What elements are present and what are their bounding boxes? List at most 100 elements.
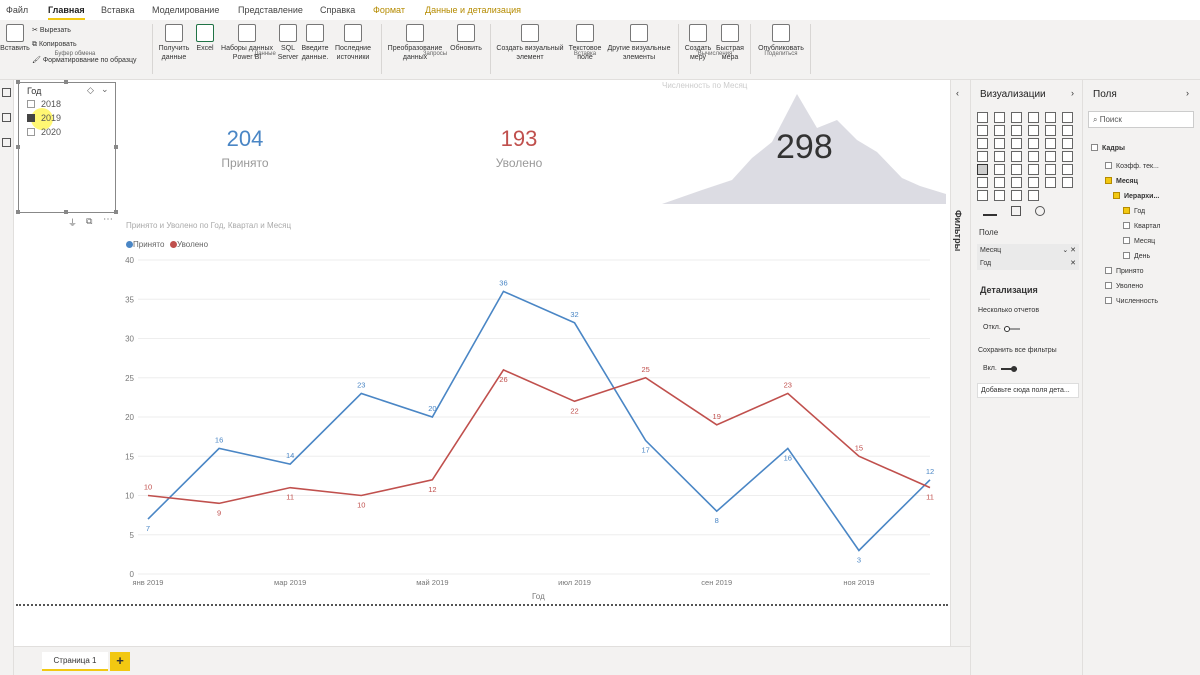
visual-type-icon[interactable] [977, 151, 988, 162]
field-item[interactable]: Принято [1105, 267, 1144, 275]
tab-insert[interactable]: Вставка [101, 5, 134, 15]
recent-sources-button[interactable]: Последние источники [331, 24, 375, 62]
more-visuals-button[interactable]: Другие визуальные элементы [604, 24, 674, 62]
keep-filters-toggle[interactable] [1001, 366, 1017, 372]
publish-button[interactable]: Опубликовать [754, 24, 808, 53]
visual-type-icon[interactable] [1062, 112, 1073, 123]
visual-type-icon[interactable] [1028, 151, 1039, 162]
checkbox[interactable] [1105, 177, 1112, 184]
filter-icon[interactable]: ⏚ [68, 216, 77, 229]
more-options-icon[interactable]: ⋯ [103, 214, 113, 225]
visual-type-icon[interactable] [994, 125, 1005, 136]
visual-type-icon[interactable] [994, 151, 1005, 162]
format-painter-button[interactable]: 🖌 Форматирование по образцу [32, 56, 137, 64]
field-item[interactable]: Иерархи... [1113, 192, 1159, 200]
model-view-icon[interactable] [2, 138, 11, 147]
visual-type-icon[interactable] [1011, 190, 1022, 201]
slicer-item-2018[interactable]: 2018 [27, 99, 61, 111]
visual-type-icon[interactable] [994, 164, 1005, 175]
checkbox[interactable] [1105, 297, 1112, 304]
field-item[interactable]: День [1123, 252, 1150, 260]
resize-handle[interactable] [114, 145, 118, 149]
resize-handle[interactable] [16, 145, 20, 149]
chevron-right-icon[interactable]: › [1186, 88, 1189, 98]
field-item[interactable]: Месяц [1105, 177, 1138, 185]
tab-home[interactable]: Главная [48, 5, 85, 20]
refresh-button[interactable]: Обновить [447, 24, 485, 53]
field-item[interactable]: Уволено [1105, 282, 1143, 290]
tab-format[interactable]: Формат [373, 5, 405, 15]
field-item[interactable]: Квартал [1123, 222, 1160, 230]
headcount-area-card[interactable]: Численность по Месяц 298 [662, 80, 946, 204]
checkbox[interactable] [27, 114, 35, 122]
resize-handle[interactable] [114, 210, 118, 214]
visual-type-icon[interactable] [1028, 112, 1039, 123]
visual-type-icon[interactable] [1045, 151, 1056, 162]
visual-type-icon[interactable] [1011, 177, 1022, 188]
checkbox[interactable] [1123, 237, 1130, 244]
visual-type-icon[interactable] [994, 190, 1005, 201]
field-item[interactable]: Месяц [1123, 237, 1155, 245]
field-item[interactable]: Коэфф. тек... [1105, 162, 1159, 170]
checkbox[interactable] [1091, 144, 1098, 151]
visual-type-icon[interactable] [977, 164, 988, 175]
checkbox[interactable] [1105, 162, 1112, 169]
visual-type-icon[interactable] [1045, 112, 1056, 123]
page-tab[interactable]: Страница 1 [42, 652, 108, 671]
visual-type-icon[interactable] [1045, 125, 1056, 136]
analytics-icon[interactable] [1035, 206, 1045, 216]
visual-type-icon[interactable] [994, 177, 1005, 188]
field-item[interactable]: Год [1123, 207, 1145, 215]
visual-type-icon[interactable] [1028, 125, 1039, 136]
visual-type-icon[interactable] [977, 177, 988, 188]
visual-type-icon[interactable] [1028, 164, 1039, 175]
visual-type-icon[interactable] [1011, 138, 1022, 149]
field-item[interactable]: Численность [1105, 297, 1158, 305]
chevron-left-icon[interactable]: ‹ [956, 88, 959, 98]
cut-button[interactable]: ✂ Вырезать [32, 26, 71, 34]
enter-data-button[interactable]: Введите данные. [300, 24, 330, 62]
visual-type-icon[interactable] [1011, 125, 1022, 136]
cross-report-toggle[interactable] [1004, 326, 1020, 332]
visual-type-icon[interactable] [994, 138, 1005, 149]
visual-type-icon[interactable] [1062, 177, 1073, 188]
visual-type-icon[interactable] [1028, 138, 1039, 149]
visual-type-icon[interactable] [1028, 190, 1039, 201]
visual-type-icon[interactable] [977, 138, 988, 149]
copy-button[interactable]: ⧉ Копировать [32, 41, 77, 49]
visual-type-icon[interactable] [1028, 177, 1039, 188]
checkbox[interactable] [1123, 252, 1130, 259]
filters-pane[interactable]: ‹ Фильтры [950, 80, 970, 646]
checkbox[interactable] [1123, 222, 1130, 229]
report-view-icon[interactable] [2, 88, 11, 97]
tab-view[interactable]: Представление [238, 5, 303, 15]
checkbox[interactable] [1113, 192, 1120, 199]
format-paint-icon[interactable] [1011, 206, 1021, 216]
paste-button[interactable]: Вставить [0, 24, 30, 53]
chevron-down-icon[interactable]: ⌄ [101, 84, 109, 95]
visual-type-icon[interactable] [977, 190, 988, 201]
drillthrough-drop-zone[interactable]: Добавьте сюда поля дета... [977, 383, 1079, 398]
visual-type-icon[interactable] [1045, 138, 1056, 149]
visual-type-icon[interactable] [1011, 151, 1022, 162]
visual-type-icon[interactable] [1062, 151, 1073, 162]
new-visual-button[interactable]: Создать визуальный элемент [494, 24, 566, 62]
tab-modeling[interactable]: Моделирование [152, 5, 219, 15]
checkbox[interactable] [27, 128, 35, 136]
visual-type-icon[interactable] [994, 112, 1005, 123]
resize-handle[interactable] [16, 210, 20, 214]
visual-type-icon[interactable] [1062, 164, 1073, 175]
tab-help[interactable]: Справка [320, 5, 355, 15]
visual-type-icon[interactable] [1045, 164, 1056, 175]
year-slicer[interactable]: Год ◇ ⌄ 2018 2019 2020 [16, 80, 118, 214]
visual-type-icon[interactable] [1062, 138, 1073, 149]
excel-button[interactable]: Excel [193, 24, 217, 53]
data-view-icon[interactable] [2, 113, 11, 122]
checkbox[interactable] [1123, 207, 1130, 214]
resize-handle[interactable] [64, 210, 68, 214]
field-item[interactable]: Кадры [1091, 144, 1125, 152]
field-well-month[interactable]: Месяц ⌄ ✕ [977, 244, 1079, 257]
visual-type-icon[interactable] [1045, 177, 1056, 188]
tab-data-drill[interactable]: Данные и детализация [425, 5, 521, 15]
tab-file[interactable]: Файл [6, 5, 28, 15]
